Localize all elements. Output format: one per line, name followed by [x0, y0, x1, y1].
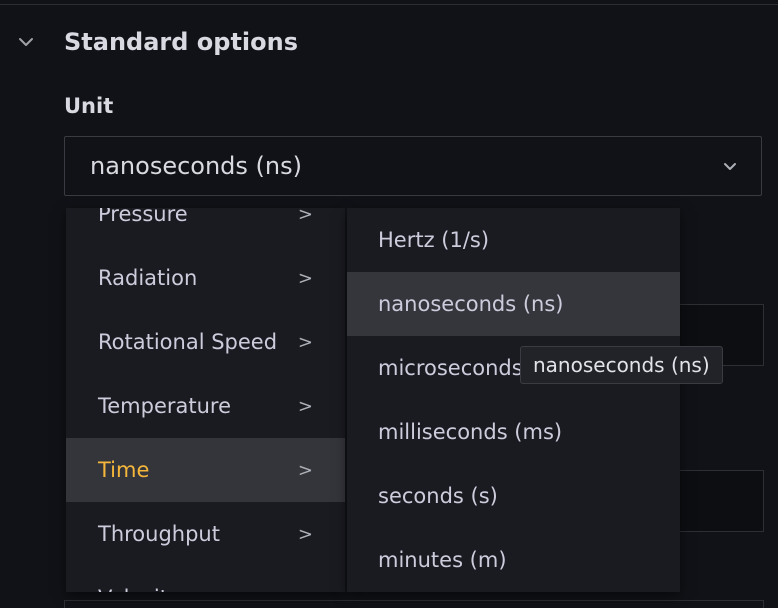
time-unit-option[interactable]: Hertz (1/s)	[347, 208, 680, 272]
category-item-rotational-speed[interactable]: Rotational Speed >	[66, 310, 345, 374]
chevron-down-icon	[18, 22, 48, 62]
chevron-right-icon: >	[297, 208, 313, 225]
time-unit-option-label: Hertz (1/s)	[378, 228, 490, 252]
time-unit-option[interactable]: nanoseconds (ns)	[347, 272, 680, 336]
category-item-throughput[interactable]: Throughput >	[66, 502, 345, 566]
chevron-right-icon: >	[297, 267, 313, 289]
chevron-right-icon: >	[298, 588, 313, 593]
time-unit-option-label: nanoseconds (ns)	[378, 292, 564, 316]
time-unit-option[interactable]: minutes (m)	[347, 528, 680, 592]
panel-options-pane: Standard options Unit nanoseconds (ns) P…	[0, 0, 778, 608]
time-unit-menu[interactable]: Hertz (1/s) nanoseconds (ns) microseconds …	[347, 208, 680, 592]
category-item-label: Time	[98, 458, 150, 482]
background-input-field[interactable]	[672, 470, 764, 532]
category-item-radiation[interactable]: Radiation >	[66, 246, 345, 310]
section-divider	[0, 4, 778, 5]
time-unit-option-label: seconds (s)	[378, 484, 498, 508]
chevron-right-icon: >	[297, 395, 313, 417]
unit-label: Unit	[64, 94, 114, 118]
unit-category-menu[interactable]: Pressure > Radiation > Rotational Speed > Temp…	[66, 208, 345, 592]
category-item-pressure[interactable]: Pressure >	[66, 208, 345, 246]
background-input-field[interactable]	[64, 600, 764, 608]
category-item-label: Throughput	[98, 522, 220, 546]
category-item-label: Temperature	[98, 394, 232, 418]
time-unit-option[interactable]: seconds (s)	[347, 464, 680, 528]
chevron-right-icon: >	[297, 459, 313, 481]
time-unit-option-label: milliseconds (ms)	[378, 420, 563, 444]
category-item-label: Rotational Speed	[98, 330, 278, 354]
category-item-label: Velocity	[98, 586, 180, 592]
chevron-down-icon	[721, 157, 739, 175]
chevron-right-icon: >	[297, 523, 313, 545]
time-unit-option-label: minutes (m)	[378, 548, 507, 572]
category-item-velocity[interactable]: Velocity >	[66, 566, 345, 592]
section-title: Standard options	[64, 28, 299, 56]
unit-select[interactable]: nanoseconds (ns)	[64, 136, 762, 196]
category-item-label: Radiation	[98, 266, 198, 290]
tooltip: nanoseconds (ns)	[520, 346, 723, 384]
unit-select-value: nanoseconds (ns)	[90, 152, 302, 180]
category-item-temperature[interactable]: Temperature >	[66, 374, 345, 438]
category-item-label: Pressure	[98, 208, 188, 226]
category-item-time[interactable]: Time >	[66, 438, 345, 502]
standard-options-header[interactable]: Standard options	[18, 22, 298, 62]
time-unit-option[interactable]: milliseconds (ms)	[347, 400, 680, 464]
chevron-right-icon: >	[297, 331, 313, 353]
